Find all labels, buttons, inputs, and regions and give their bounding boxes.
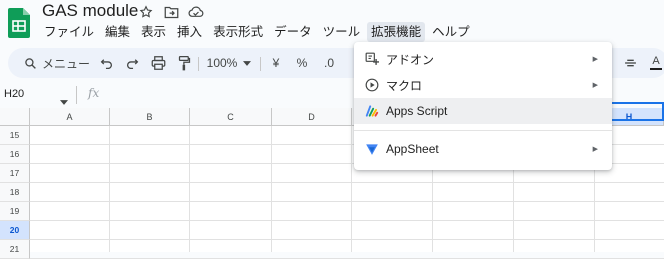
column-header-d[interactable]: D — [272, 108, 352, 126]
redo-icon[interactable] — [122, 48, 142, 78]
decrease-decimal-button[interactable]: .0 — [318, 48, 340, 78]
menu-extensions[interactable]: 拡張機能 — [367, 22, 426, 42]
percent-format-button[interactable]: % — [294, 48, 310, 78]
menu-format[interactable]: 表示形式 — [209, 22, 267, 42]
menu-search-placeholder: メニュー — [42, 56, 91, 71]
select-all-corner[interactable] — [0, 108, 30, 126]
fx-icon: fx — [88, 86, 100, 100]
menu-item-appsheet-label: AppSheet — [386, 142, 439, 156]
submenu-arrow-icon: ▶ — [592, 82, 598, 89]
row-header-17[interactable]: 17 — [0, 164, 30, 183]
row-header-21[interactable]: 21 — [0, 240, 30, 259]
grid-row — [0, 183, 664, 202]
grid-row — [0, 202, 664, 221]
sheets-logo-icon[interactable] — [8, 8, 30, 38]
appsheet-icon — [364, 141, 380, 157]
submenu-arrow-icon: ▶ — [592, 56, 598, 63]
document-title[interactable]: GAS module — [42, 1, 138, 21]
macro-icon — [364, 77, 380, 93]
menu-item-macros[interactable]: マクロ ▶ — [354, 72, 612, 98]
row-header-20[interactable]: 20 — [0, 221, 30, 240]
extensions-menu: アドオン ▶ マクロ ▶ Apps Script AppSheet ▶ — [354, 42, 612, 170]
paint-format-icon[interactable] — [174, 48, 194, 78]
menu-item-appsheet[interactable]: AppSheet ▶ — [354, 136, 612, 162]
apps-script-icon — [364, 103, 380, 119]
grid-row — [0, 221, 664, 240]
undo-icon[interactable] — [96, 48, 116, 78]
zoom-dropdown-icon[interactable] — [241, 48, 253, 78]
text-color-swatch — [650, 68, 662, 70]
currency-format-button[interactable]: ¥ — [268, 48, 284, 78]
menu-item-macros-label: マクロ — [386, 78, 423, 93]
menu-tools[interactable]: ツール — [319, 22, 365, 42]
column-header-b[interactable]: B — [110, 108, 190, 126]
text-color-label: A — [652, 55, 660, 67]
addon-icon — [364, 51, 380, 67]
menu-divider — [354, 130, 612, 131]
row-header-18[interactable]: 18 — [0, 183, 30, 202]
menu-edit[interactable]: 編集 — [101, 22, 134, 42]
print-icon[interactable] — [148, 48, 168, 78]
move-folder-icon[interactable] — [163, 4, 179, 20]
column-header-a[interactable]: A — [30, 108, 110, 126]
star-icon[interactable] — [138, 4, 154, 20]
zoom-value[interactable]: 100% — [203, 48, 241, 78]
menu-bar: ファイル 編集 表示 挿入 表示形式 データ ツール 拡張機能 ヘルプ — [40, 22, 477, 42]
menu-insert[interactable]: 挿入 — [173, 22, 206, 42]
column-header-c[interactable]: C — [190, 108, 272, 126]
strikethrough-icon[interactable] — [622, 48, 638, 78]
menu-item-addons[interactable]: アドオン ▶ — [354, 46, 612, 72]
menu-file[interactable]: ファイル — [40, 22, 98, 42]
grid-row — [0, 240, 664, 259]
menu-item-apps-script[interactable]: Apps Script — [354, 98, 612, 124]
search-icon — [25, 57, 36, 69]
row-header-16[interactable]: 16 — [0, 145, 30, 164]
menu-search[interactable]: メニュー — [24, 53, 90, 73]
row-header-15[interactable]: 15 — [0, 126, 30, 145]
cloud-status-icon[interactable] — [188, 4, 204, 20]
submenu-arrow-icon: ▶ — [592, 146, 598, 153]
name-box[interactable]: H20 — [4, 88, 24, 100]
menu-item-addons-label: アドオン — [386, 52, 435, 67]
decrease-decimal-label: .0 — [323, 56, 334, 70]
row-header-19[interactable]: 19 — [0, 202, 30, 221]
text-color-button[interactable]: A — [648, 48, 664, 78]
menu-help[interactable]: ヘルプ — [428, 22, 474, 42]
menu-item-apps-script-label: Apps Script — [386, 104, 448, 118]
menu-view[interactable]: 表示 — [137, 22, 170, 42]
menu-data[interactable]: データ — [270, 22, 316, 42]
